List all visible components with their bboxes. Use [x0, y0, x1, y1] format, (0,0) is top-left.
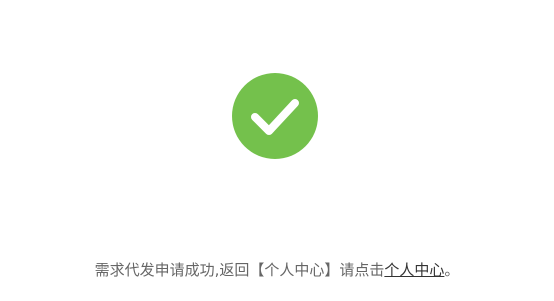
success-message-text: 需求代发申请成功,返回【个人中心】请点击 — [94, 261, 385, 279]
success-page: 需求代发申请成功,返回【个人中心】请点击个人中心。 — [0, 0, 554, 301]
success-message: 需求代发申请成功,返回【个人中心】请点击个人中心。 — [0, 259, 554, 281]
success-message-suffix: 。 — [444, 261, 460, 279]
check-icon — [251, 99, 299, 135]
personal-center-link[interactable]: 个人中心 — [384, 261, 444, 279]
success-check-icon — [232, 73, 318, 159]
